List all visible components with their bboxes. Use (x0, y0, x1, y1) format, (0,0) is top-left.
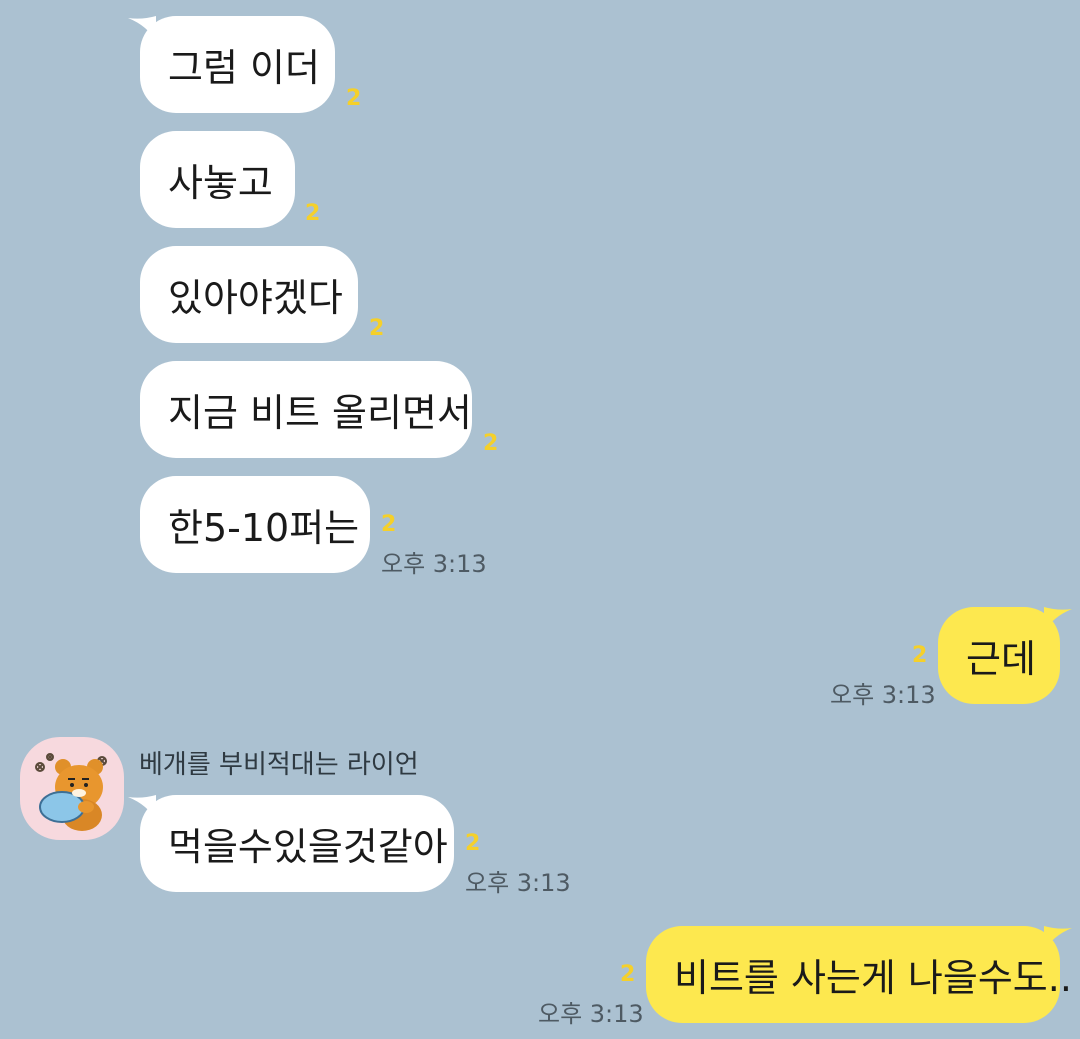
incoming-message-bubble[interactable]: 사놓고 (140, 131, 295, 228)
outgoing-message-bubble[interactable]: 비트를 사는게 나을수도.. (646, 926, 1072, 1023)
unread-count: 2 (381, 512, 397, 537)
message-timestamp: 오후 3:13 (830, 681, 936, 709)
incoming-message-bubble[interactable]: 한5-10퍼는 (140, 476, 370, 573)
sender-name: 베개를 부비적대는 라이언 (139, 750, 419, 780)
bubble-tail (1044, 926, 1072, 952)
message-text: 한5-10퍼는 (168, 506, 360, 550)
message-text: 있아야겠다 (168, 276, 343, 320)
message-timestamp: 오후 3:13 (538, 1000, 644, 1028)
unread-count: 2 (305, 201, 321, 226)
message-text: 사놓고 (168, 161, 273, 205)
bubble-tail (1044, 607, 1072, 633)
incoming-message-bubble[interactable]: 지금 비트 올리면서 (140, 361, 472, 458)
bubble-tail (128, 16, 156, 42)
message-text: 비트를 사는게 나을수도.. (674, 956, 1072, 1000)
sender-avatar[interactable] (20, 737, 124, 840)
ryan-sticker-icon (35, 753, 107, 831)
message-text: 근데 (966, 637, 1036, 681)
unread-count: 2 (369, 316, 385, 341)
incoming-message-bubble[interactable]: 있아야겠다 (140, 246, 358, 343)
message-timestamp: 오후 3:13 (381, 550, 487, 578)
unread-count: 2 (346, 86, 362, 111)
unread-count: 2 (620, 962, 636, 987)
incoming-message-bubble[interactable]: 그럼 이더 (128, 16, 335, 113)
unread-count: 2 (483, 431, 499, 456)
message-timestamp: 오후 3:13 (465, 869, 571, 897)
outgoing-message-bubble[interactable]: 근데 (938, 607, 1072, 704)
message-text: 지금 비트 올리면서 (168, 391, 472, 435)
bubble-tail (128, 795, 156, 821)
unread-count: 2 (465, 831, 481, 856)
message-text: 그럼 이더 (168, 46, 320, 90)
unread-count: 2 (912, 643, 928, 668)
message-text: 먹을수있을것같아 (168, 825, 448, 869)
incoming-message-bubble[interactable]: 먹을수있을것같아 (128, 795, 454, 892)
